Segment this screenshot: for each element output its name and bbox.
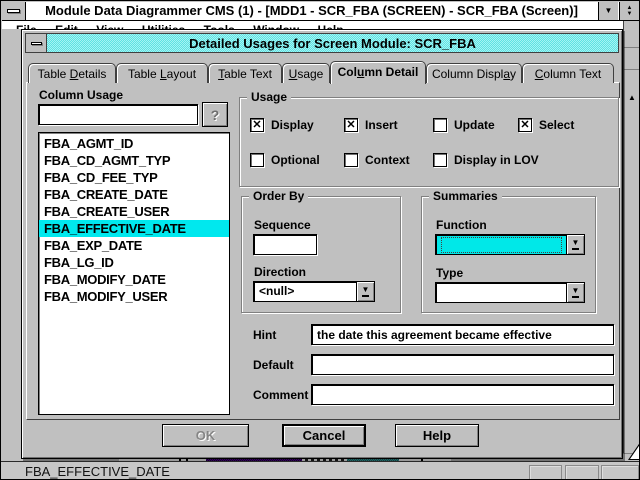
- default-input[interactable]: [311, 354, 614, 375]
- status-text: FBA_EFFECTIVE_DATE: [25, 464, 170, 479]
- cancel-button[interactable]: Cancel: [282, 424, 366, 447]
- tab-column-text[interactable]: Column Text: [522, 63, 614, 83]
- chevron-down-icon: ▼: [572, 287, 580, 298]
- scrollbar-divider: [624, 47, 640, 48]
- checkbox-select[interactable]: ✕ Select: [518, 118, 574, 132]
- list-item[interactable]: FBA_LG_ID: [39, 254, 229, 271]
- checkbox-context[interactable]: Context: [344, 153, 410, 167]
- checkbox-optional[interactable]: Optional: [250, 153, 320, 167]
- default-label: Default: [253, 358, 294, 372]
- tab-table-text[interactable]: Table Text: [208, 63, 282, 83]
- type-combo[interactable]: ▼: [435, 282, 585, 303]
- status-panel-1: [529, 465, 562, 480]
- function-dropdown-button[interactable]: ▼: [566, 234, 585, 255]
- restore-button[interactable]: ▲ ▼: [619, 2, 639, 20]
- list-item[interactable]: FBA_CD_AGMT_TYP: [39, 152, 229, 169]
- function-value: [435, 234, 566, 255]
- direction-label: Direction: [254, 265, 306, 279]
- screen: Module Data Diagrammer CMS (1) - [MDD1 -…: [0, 0, 640, 480]
- main-titlebar: Module Data Diagrammer CMS (1) - [MDD1 -…: [2, 2, 639, 21]
- checkbox-context-box[interactable]: [344, 153, 358, 167]
- checkbox-select-box[interactable]: ✕: [518, 118, 532, 132]
- order-by-group: Order By Sequence Direction <null> ▼: [241, 196, 401, 313]
- comment-label: Comment: [253, 388, 308, 402]
- system-menu-button[interactable]: [2, 2, 26, 20]
- help-button[interactable]: Help: [395, 424, 479, 447]
- list-item[interactable]: FBA_MODIFY_DATE: [39, 271, 229, 288]
- minimize-button[interactable]: ▼: [598, 2, 618, 20]
- column-usage-input[interactable]: [38, 104, 198, 125]
- tab-column-display[interactable]: Column Display: [426, 63, 522, 83]
- list-item[interactable]: FBA_CD_FEE_TYP: [39, 169, 229, 186]
- status-panel-2: [565, 465, 599, 480]
- type-label: Type: [436, 266, 463, 280]
- hint-input[interactable]: [311, 324, 614, 345]
- menubar: File Edit View Utilities Tools Window He…: [2, 21, 639, 29]
- sequence-input[interactable]: [253, 234, 317, 255]
- status-panel-3: [601, 465, 639, 480]
- checkbox-display[interactable]: ✕ Display: [250, 118, 314, 132]
- checkbox-display-box[interactable]: ✕: [250, 118, 264, 132]
- function-combo[interactable]: ▼: [435, 234, 585, 255]
- detailed-usages-dialog: Detailed Usages for Screen Module: SCR_F…: [21, 29, 623, 459]
- direction-dropdown-button[interactable]: ▼: [356, 281, 375, 302]
- scrollbar-divider: [624, 69, 640, 70]
- lov-question-icon: ?: [211, 107, 220, 123]
- summaries-group-label: Summaries: [429, 189, 502, 203]
- list-item[interactable]: FBA_MODIFY_USER: [39, 288, 229, 305]
- list-item[interactable]: FBA_CREATE_DATE: [39, 186, 229, 203]
- dialog-system-menu-icon: [31, 42, 42, 45]
- type-dropdown-button[interactable]: ▼: [566, 282, 585, 303]
- window-title: Module Data Diagrammer CMS (1) - [MDD1 -…: [30, 3, 593, 18]
- checkbox-insert[interactable]: ✕ Insert: [344, 118, 398, 132]
- chevron-down-icon: ▼: [362, 286, 370, 297]
- checkbox-display-in-lov[interactable]: Display in LOV: [433, 153, 539, 167]
- sequence-label: Sequence: [254, 218, 311, 232]
- restore-down-icon: ▼: [627, 11, 633, 17]
- list-item[interactable]: FBA_AGMT_ID: [39, 135, 229, 152]
- type-value: [435, 282, 566, 303]
- checkbox-optional-box[interactable]: [250, 153, 264, 167]
- dialog-titlebar: Detailed Usages for Screen Module: SCR_F…: [25, 33, 619, 53]
- checkbox-display-in-lov-box[interactable]: [433, 153, 447, 167]
- column-detail-panel: Column Usage ? FBA_AGMT_ID FBA_CD_AGMT_T…: [26, 82, 620, 420]
- list-item[interactable]: FBA_CREATE_USER: [39, 203, 229, 220]
- direction-value: <null>: [253, 281, 356, 302]
- tab-column-detail[interactable]: Column Detail: [330, 61, 426, 84]
- hint-label: Hint: [253, 328, 276, 342]
- checkbox-insert-box[interactable]: ✕: [344, 118, 358, 132]
- tabstrip: Table Details Table Layout Table Text Us…: [28, 60, 614, 83]
- dialog-title-area: Detailed Usages for Screen Module: SCR_F…: [47, 33, 619, 53]
- list-item-selected[interactable]: FBA_EFFECTIVE_DATE: [39, 220, 229, 237]
- column-list: FBA_AGMT_ID FBA_CD_AGMT_TYP FBA_CD_FEE_T…: [38, 132, 230, 415]
- checkbox-update-box[interactable]: [433, 118, 447, 132]
- scroll-up-icon: ▲: [628, 93, 636, 102]
- chevron-down-icon: ▼: [572, 239, 580, 250]
- minimize-icon: ▼: [605, 8, 613, 14]
- background-scrollbar[interactable]: ▲: [623, 21, 640, 459]
- usage-group: Usage ✕ Display ✕ Insert Update ✕ Select: [239, 97, 619, 187]
- tab-usage[interactable]: Usage: [282, 63, 330, 83]
- column-usage-label: Column Usage: [39, 88, 123, 102]
- comment-input[interactable]: [311, 384, 614, 405]
- tab-table-layout[interactable]: Table Layout: [116, 63, 208, 83]
- function-label: Function: [436, 218, 487, 232]
- ok-button: OK: [162, 424, 249, 447]
- lov-button[interactable]: ?: [202, 102, 228, 127]
- system-menu-icon: [7, 9, 20, 13]
- list-item[interactable]: FBA_EXP_DATE: [39, 237, 229, 254]
- dialog-system-menu-button[interactable]: [25, 33, 47, 53]
- summaries-group: Summaries Function ▼ Type ▼: [421, 196, 596, 313]
- order-by-group-label: Order By: [249, 189, 308, 203]
- checkbox-update[interactable]: Update: [433, 118, 495, 132]
- direction-combo[interactable]: <null> ▼: [253, 281, 375, 302]
- dialog-title: Detailed Usages for Screen Module: SCR_F…: [189, 36, 476, 51]
- tab-table-details[interactable]: Table Details: [28, 63, 116, 83]
- statusbar: FBA_EFFECTIVE_DATE: [1, 461, 640, 480]
- usage-group-label: Usage: [247, 90, 291, 104]
